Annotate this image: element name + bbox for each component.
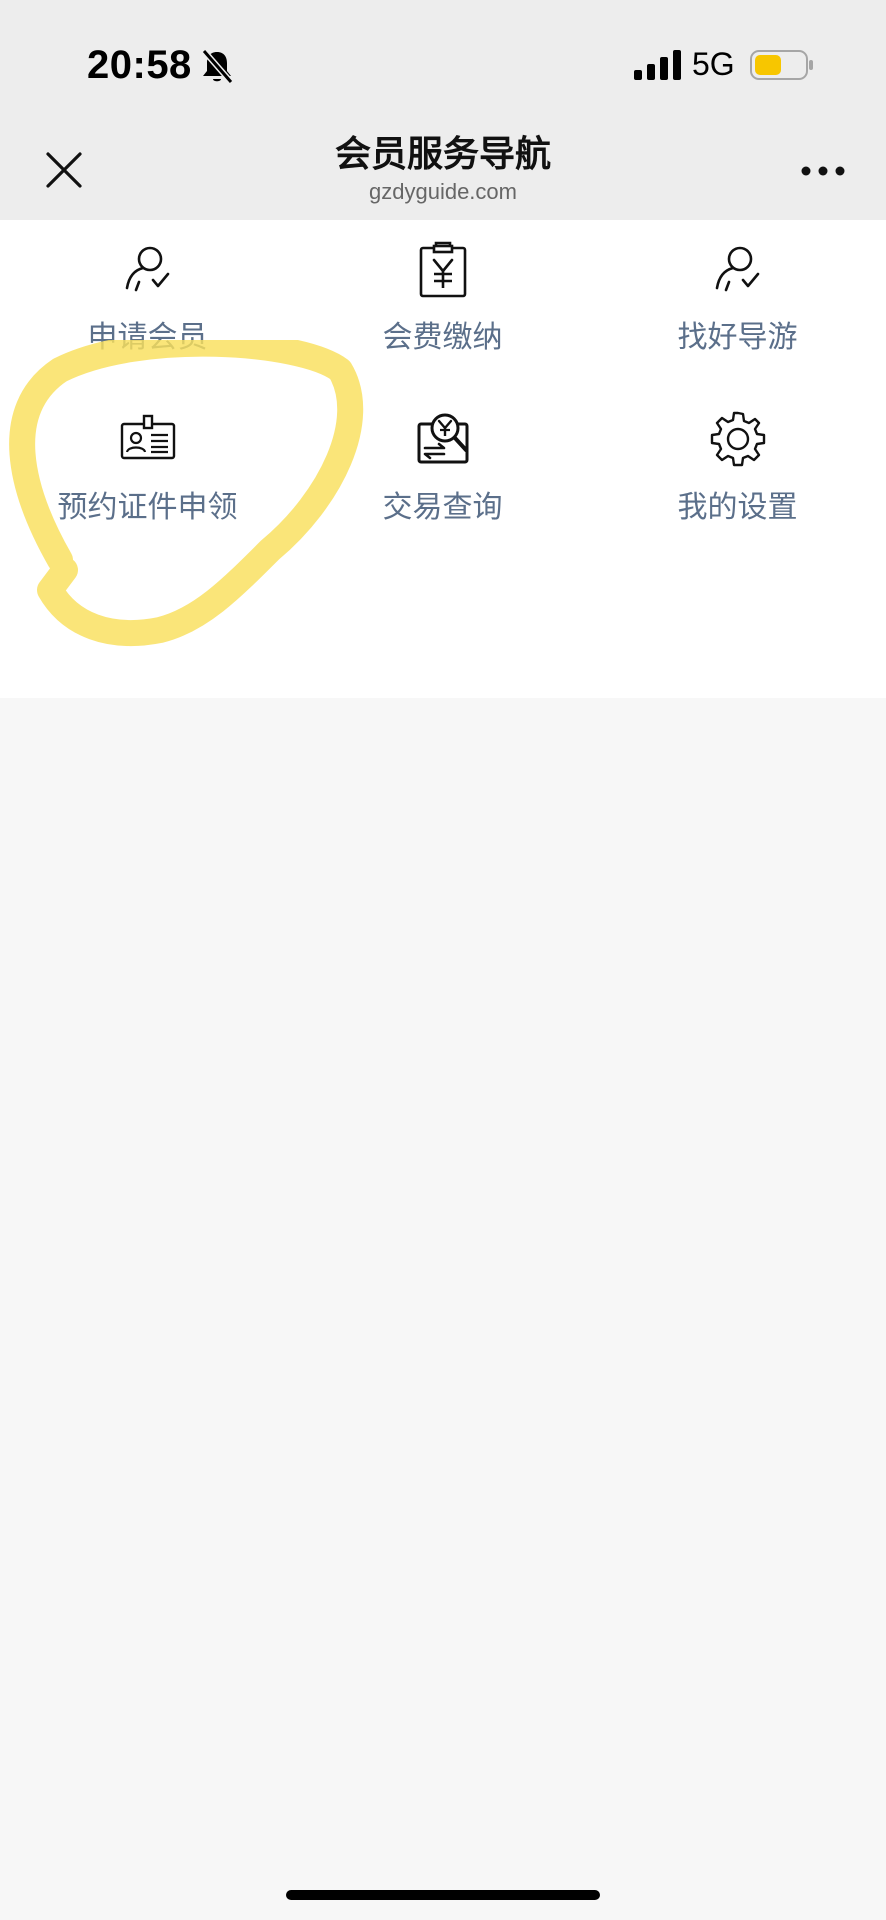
- menu-item-pay-fees[interactable]: 会费缴纳: [295, 220, 590, 390]
- signal-icon: [634, 50, 681, 80]
- yen-search-icon: [417, 413, 469, 464]
- member-service-menu: 申请会员 会费缴纳 找好导游 预约证件申领 交易查询 我的设置: [0, 220, 886, 698]
- menu-label: 交易查询: [382, 490, 503, 525]
- menu-label: 我的设置: [677, 490, 798, 525]
- id-card-icon: [120, 414, 176, 460]
- menu-label: 会费缴纳: [382, 320, 503, 355]
- bell-muted-icon: [201, 49, 234, 84]
- gear-icon: [710, 411, 766, 467]
- home-indicator[interactable]: [286, 1890, 600, 1900]
- battery-icon: [750, 50, 813, 80]
- menu-item-apply-membership[interactable]: 申请会员: [0, 220, 295, 390]
- status-time: 20:58: [87, 43, 192, 87]
- menu-item-find-guide[interactable]: 找好导游: [590, 220, 885, 390]
- more-options-icon[interactable]: [800, 164, 846, 178]
- menu-item-transaction-query[interactable]: 交易查询: [295, 390, 590, 560]
- person-check-icon: [715, 246, 760, 292]
- menu-label: 找好导游: [677, 320, 798, 355]
- page-domain: gzdyguide.com: [369, 179, 517, 204]
- page-title: 会员服务导航: [334, 134, 551, 175]
- clipboard-yen-icon: [419, 241, 467, 298]
- network-type: 5G: [692, 46, 735, 82]
- menu-label: 预约证件申领: [57, 490, 238, 525]
- menu-label: 申请会员: [87, 320, 208, 355]
- top-bar: 20:58 5G 会员服务导航 gzdyguide.com: [0, 0, 886, 220]
- menu-item-settings[interactable]: 我的设置: [590, 390, 885, 560]
- menu-item-certificate-appointment[interactable]: 预约证件申领: [0, 390, 295, 560]
- person-check-icon: [125, 246, 170, 292]
